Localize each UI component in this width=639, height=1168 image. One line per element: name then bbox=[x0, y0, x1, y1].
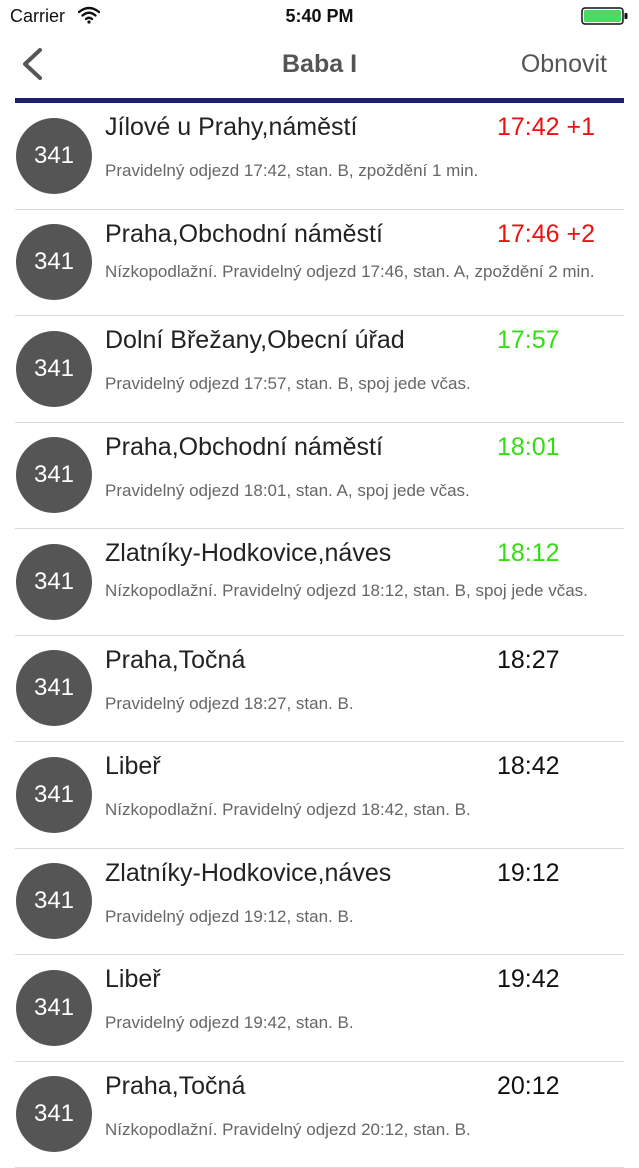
destination-label: Praha,Točná bbox=[105, 646, 245, 675]
departure-time: 17:46 +2 bbox=[497, 220, 595, 249]
line-badge: 341 bbox=[16, 544, 92, 620]
departure-time: 18:42 bbox=[497, 752, 560, 781]
destination-label: Praha,Točná bbox=[105, 1072, 245, 1101]
departure-time: 17:42 +1 bbox=[497, 113, 595, 142]
line-badge: 341 bbox=[16, 437, 92, 513]
departure-time: 20:12 bbox=[497, 1072, 560, 1101]
departure-info: Pravidelný odjezd 18:27, stan. B. bbox=[105, 694, 625, 714]
departure-row[interactable]: 341 Dolní Břežany,Obecní úřad 17:57 Pravide… bbox=[15, 316, 624, 423]
departure-info: Nízkopodlažní. Pravidelný odjezd 17:46, … bbox=[105, 262, 625, 282]
departure-time: 17:57 bbox=[497, 326, 560, 355]
line-badge: 341 bbox=[16, 863, 92, 939]
departure-time: 18:12 bbox=[497, 539, 560, 568]
line-badge: 341 bbox=[16, 970, 92, 1046]
line-badge: 341 bbox=[16, 224, 92, 300]
destination-label: Libeř bbox=[105, 752, 161, 781]
departure-row[interactable]: 341 Zlatníky-Hodkovice,náves 19:12 Pravidel… bbox=[15, 849, 624, 956]
destination-label: Libeř bbox=[105, 965, 161, 994]
departure-list: 341 Jílové u Prahy,náměstí 17:42 +1 Pravide… bbox=[0, 103, 639, 1168]
departure-info: Pravidelný odjezd 17:57, stan. B, spoj j… bbox=[105, 374, 625, 394]
departure-row[interactable]: 341 Zlatníky-Hodkovice,náves 18:12 Nízkopod… bbox=[15, 529, 624, 636]
line-badge: 341 bbox=[16, 650, 92, 726]
departure-info: Nízkopodlažní. Pravidelný odjezd 20:12, … bbox=[105, 1120, 625, 1140]
status-bar: Carrier 5:40 PM bbox=[0, 0, 639, 34]
departure-row[interactable]: 341 Praha,Obchodní náměstí 17:46 +2 Nízkopo… bbox=[15, 210, 624, 317]
departure-time: 18:01 bbox=[497, 433, 560, 462]
line-badge: 341 bbox=[16, 118, 92, 194]
destination-label: Jílové u Prahy,náměstí bbox=[105, 113, 357, 142]
line-badge: 341 bbox=[16, 1076, 92, 1152]
navigation-bar: Baba I Obnovit bbox=[0, 34, 639, 98]
departure-info: Nízkopodlažní. Pravidelný odjezd 18:12, … bbox=[105, 581, 625, 601]
battery-icon bbox=[581, 7, 629, 25]
destination-label: Dolní Břežany,Obecní úřad bbox=[105, 326, 405, 355]
destination-label: Praha,Obchodní náměstí bbox=[105, 433, 383, 462]
departure-row[interactable]: 341 Praha,Točná 18:27 Pravidelný odjezd 18:… bbox=[15, 636, 624, 743]
departure-info: Pravidelný odjezd 18:01, stan. A, spoj j… bbox=[105, 481, 625, 501]
departure-row[interactable]: 341 Libeř 19:42 Pravidelný odjezd 19:42, st… bbox=[15, 955, 624, 1062]
refresh-button[interactable]: Obnovit bbox=[521, 50, 607, 79]
departure-time: 19:42 bbox=[497, 965, 560, 994]
departure-row[interactable]: 341 Libeř 18:42 Nízkopodlažní. Pravidelný o… bbox=[15, 742, 624, 849]
departure-time: 18:27 bbox=[497, 646, 560, 675]
departure-row[interactable]: 341 Praha,Točná 20:12 Nízkopodlažní. Pravid… bbox=[15, 1062, 624, 1168]
departure-row[interactable]: 341 Praha,Obchodní náměstí 18:01 Pravidelný… bbox=[15, 423, 624, 530]
line-badge: 341 bbox=[16, 331, 92, 407]
status-time: 5:40 PM bbox=[0, 6, 639, 27]
destination-label: Zlatníky-Hodkovice,náves bbox=[105, 859, 391, 888]
destination-label: Zlatníky-Hodkovice,náves bbox=[105, 539, 391, 568]
departure-info: Pravidelný odjezd 17:42, stan. B, zpoždě… bbox=[105, 161, 625, 181]
departure-time: 19:12 bbox=[497, 859, 560, 888]
line-badge: 341 bbox=[16, 757, 92, 833]
departure-info: Pravidelný odjezd 19:42, stan. B. bbox=[105, 1013, 625, 1033]
destination-label: Praha,Obchodní náměstí bbox=[105, 220, 383, 249]
departure-info: Pravidelný odjezd 19:12, stan. B. bbox=[105, 907, 625, 927]
departure-info: Nízkopodlažní. Pravidelný odjezd 18:42, … bbox=[105, 800, 625, 820]
departure-row[interactable]: 341 Jílové u Prahy,náměstí 17:42 +1 Pravide… bbox=[15, 103, 624, 210]
